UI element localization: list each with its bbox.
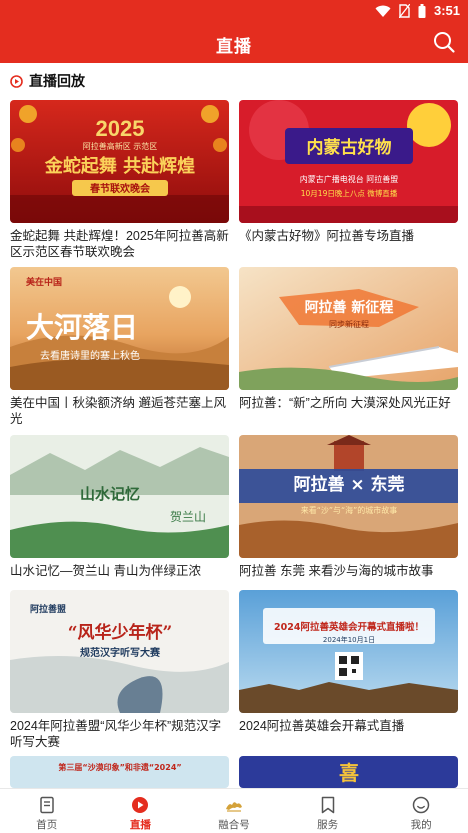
home-doc-icon [40, 796, 54, 814]
replay-card[interactable]: 阿拉善盟 “风华少年杯” 规范汉字听写大赛 2024年阿拉善盟“风华少年杯”规范… [10, 590, 229, 750]
poster-sub: 内蒙古广播电视台 阿拉善盟 [300, 174, 399, 184]
poster-sub: 来看“沙”与“海”的城市故事 [301, 505, 398, 515]
poster-headline: 金蛇起舞 共赴辉煌 [44, 155, 195, 177]
card-thumbnail[interactable]: 阿拉善盟 “风华少年杯” 规范汉字听写大赛 [10, 590, 229, 713]
section-header: 直播回放 [10, 71, 85, 91]
replay-card[interactable]: 美在中国 大河落日 去看唐诗里的塞上秋色 美在中国丨秋染额济纳 邂逅苍茫塞上风光 [10, 267, 229, 427]
tab-mine[interactable]: 我的 [374, 789, 468, 833]
camel-logo-icon [225, 802, 242, 812]
bookmark-icon [321, 796, 334, 814]
card-thumbnail[interactable]: 阿拉善 × 东莞 来看“沙”与“海”的城市故事 [239, 435, 458, 558]
tab-label: 服务 [317, 819, 339, 831]
live-play-icon [132, 797, 149, 813]
poster-sub: 去看唐诗里的塞上秋色 [40, 349, 140, 362]
poster-date: 10月19日晚上八点 微博直播 [301, 188, 398, 198]
poster-headline: 第三届“沙漠印象”和非遗“2024” [58, 762, 181, 772]
card-thumbnail[interactable]: 2025 阿拉善高新区 示范区 金蛇起舞 共赴辉煌 春节联欢晚会 [10, 100, 229, 223]
poster-org: 阿拉善高新区 示范区 [83, 141, 158, 151]
status-time: 3:51 [433, 3, 460, 18]
poster-date: 2024年10月1日 [323, 635, 375, 644]
poster-headline: 2024阿拉善英雄会开幕式直播啦！ [274, 621, 424, 633]
tab-home[interactable]: 首页 [0, 789, 94, 833]
tab-label: 融合号 [218, 819, 250, 831]
card-title[interactable]: 《内蒙古好物》阿拉善专场直播 [239, 229, 458, 260]
no-sim-icon [398, 3, 410, 18]
card-title[interactable]: 2024阿拉善英雄会开幕式直播 [239, 719, 458, 750]
tab-fusion[interactable]: 融合号 [187, 789, 281, 833]
replay-card[interactable]: 喜 [239, 756, 458, 788]
replay-card[interactable]: 第三届“沙漠印象”和非遗“2024” [10, 756, 229, 788]
poster-headline: 喜 [339, 761, 359, 785]
smile-user-icon [412, 796, 430, 814]
poster-org: 阿拉善盟 [30, 603, 66, 615]
card-thumbnail[interactable]: 内蒙古好物 内蒙古广播电视台 阿拉善盟 10月19日晚上八点 微博直播 [239, 100, 458, 223]
tab-label: 首页 [36, 819, 58, 831]
card-thumbnail[interactable]: 阿拉善 新征程 同步新征程 [239, 267, 458, 390]
poster-sub: 规范汉字听写大赛 [80, 646, 161, 659]
card-thumbnail[interactable]: 喜 [239, 756, 458, 788]
poster-headline: 阿拉善 × 东莞 [293, 474, 404, 495]
search-icon [434, 32, 455, 53]
card-thumbnail[interactable]: 2024阿拉善英雄会开幕式直播啦！ 2024年10月1日 [239, 590, 458, 713]
card-title[interactable]: 阿拉善：“新”之所向 大漠深处风光正好 [239, 396, 458, 427]
replay-card[interactable]: 内蒙古好物 内蒙古广播电视台 阿拉善盟 10月19日晚上八点 微博直播 《内蒙古… [239, 100, 458, 260]
card-thumbnail[interactable]: 美在中国 大河落日 去看唐诗里的塞上秋色 [10, 267, 229, 390]
tab-label: 直播 [129, 819, 151, 831]
bottom-tab-bar: 首页 直播 融合号 服务 我的 [0, 788, 468, 833]
section-title: 直播回放 [29, 73, 85, 89]
poster-sub: 贺兰山 [170, 510, 206, 524]
card-title[interactable]: 金蛇起舞 共赴辉煌！2025年阿拉善高新区示范区春节联欢晚会 [10, 229, 229, 260]
search-button[interactable] [432, 30, 456, 54]
replay-card[interactable]: 阿拉善 新征程 同步新征程 阿拉善：“新”之所向 大漠深处风光正好 [239, 267, 458, 427]
poster-sub: 同步新征程 [329, 319, 369, 329]
status-bar: 3:51 [0, 0, 468, 22]
card-title[interactable]: 美在中国丨秋染额济纳 邂逅苍茫塞上风光 [10, 396, 229, 427]
page-title: 直播 [216, 37, 252, 56]
poster-tag: 美在中国 [26, 276, 62, 288]
poster-headline: “风华少年杯” [68, 622, 173, 643]
replay-card[interactable]: 2025 阿拉善高新区 示范区 金蛇起舞 共赴辉煌 春节联欢晚会 金蛇起舞 共赴… [10, 100, 229, 260]
app-header: 直播 [0, 22, 468, 63]
live-play-icon [10, 74, 23, 88]
wifi-icon [375, 5, 391, 17]
poster-sub: 春节联欢晚会 [90, 182, 150, 195]
poster-headline: 内蒙古好物 [307, 137, 392, 158]
card-title[interactable]: 2024年阿拉善盟“风华少年杯”规范汉字听写大赛 [10, 719, 229, 750]
tab-label: 我的 [410, 819, 432, 831]
replay-card[interactable]: 阿拉善 × 东莞 来看“沙”与“海”的城市故事 阿拉善 东莞 来看沙与海的城市故… [239, 435, 458, 595]
card-thumbnail[interactable]: 第三届“沙漠印象”和非遗“2024” [10, 756, 229, 788]
poster-year: 2025 [96, 116, 145, 141]
status-icons: 3:51 [375, 3, 460, 18]
poster-headline: 阿拉善 新征程 [305, 299, 394, 316]
replay-card[interactable]: 山水记忆 贺兰山 山水记忆—贺兰山 青山为伴绿正浓 [10, 435, 229, 595]
replay-card[interactable]: 2024阿拉善英雄会开幕式直播啦！ 2024年10月1日 2024阿拉善英雄会开… [239, 590, 458, 750]
tab-service[interactable]: 服务 [281, 789, 375, 833]
tab-live[interactable]: 直播 [94, 789, 188, 833]
poster-headline: 大河落日 [26, 311, 138, 344]
poster-headline: 山水记忆 [80, 485, 140, 503]
battery-icon [418, 3, 426, 18]
card-thumbnail[interactable]: 山水记忆 贺兰山 [10, 435, 229, 558]
